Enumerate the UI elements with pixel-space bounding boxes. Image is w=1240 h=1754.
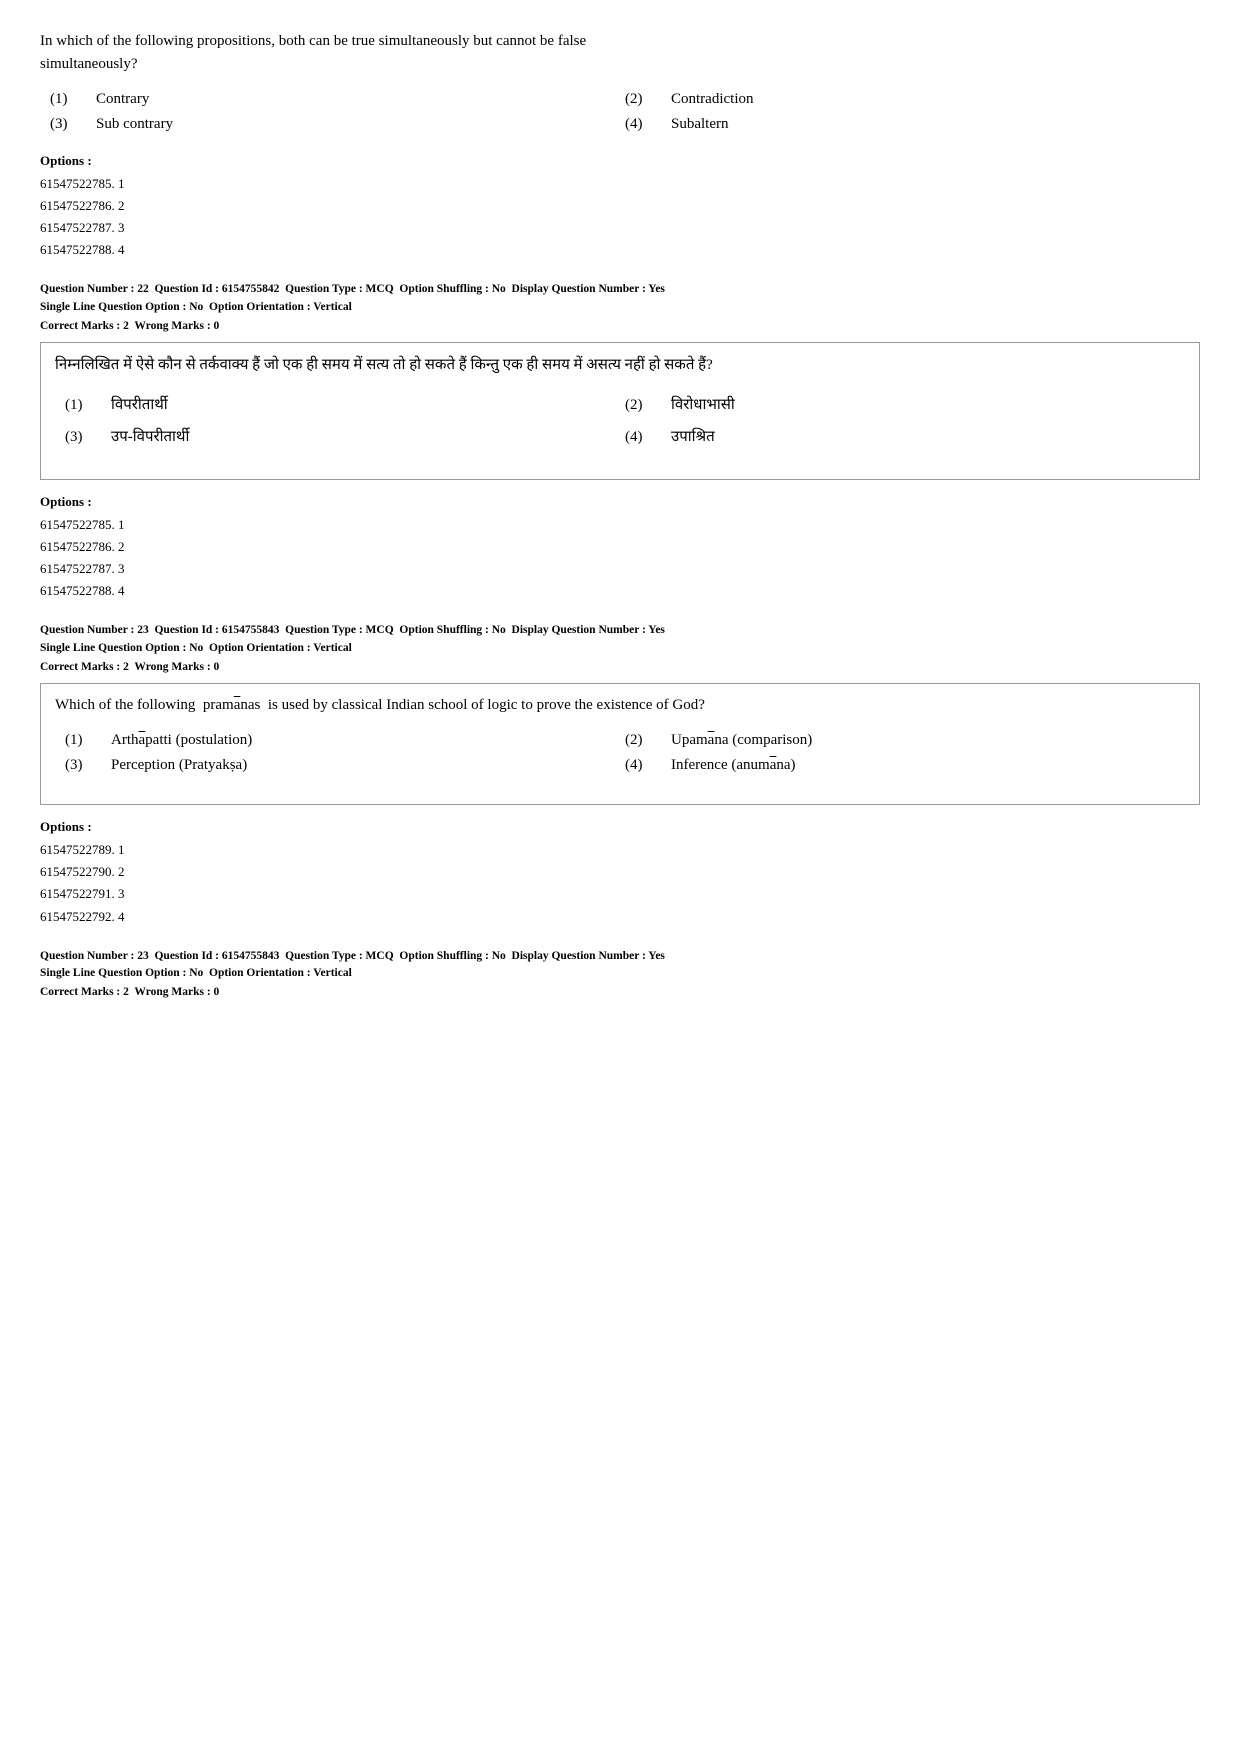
option-item: (2) विरोधाभासी [625,393,1185,417]
option-num: (3) [50,116,80,133]
option-text: Perception (Pratyakṣa) [111,757,247,774]
option-item: (1) विपरीतार्थी [65,393,625,417]
option-text: Contrary [96,91,149,108]
option-num: (3) [65,429,95,446]
options-label-22: Options : [40,494,1200,510]
option-id-item: 61547522790. 2 [40,861,1200,883]
question-block-22: Question Number : 22 Question Id : 61547… [40,281,1200,602]
option-num: (2) [625,91,655,108]
option-id-item: 61547522788. 4 [40,580,1200,602]
option-item: (2) Upamana (comparison) [625,732,1185,749]
bordered-question-22: निम्नलिखित में ऐसे कौन से तर्कवाक्य हैं … [40,342,1200,480]
option-id-item: 61547522792. 4 [40,906,1200,928]
option-text: उपाश्रित [671,425,715,449]
option-text: Arthapatti (postulation) [111,732,252,749]
option-id-list-22: 61547522785. 1 61547522786. 2 6154752278… [40,514,1200,602]
correct-marks-23-second: Correct Marks : 2 Wrong Marks : 0 [40,986,1200,998]
option-id-item: 61547522789. 1 [40,839,1200,861]
option-num: (4) [625,116,655,133]
option-id-item: 61547522786. 2 [40,195,1200,217]
option-item: (1) Contrary [50,91,625,108]
question-text-23: Which of the following pramanas is used … [55,694,1185,717]
question-meta-23-second: Question Number : 23 Question Id : 61547… [40,948,1200,983]
bordered-question-23: Which of the following pramanas is used … [40,683,1200,806]
option-id-item: 61547522788. 4 [40,239,1200,261]
option-text: उप-विपरीतार्थी [111,425,189,449]
option-id-item: 61547522787. 3 [40,217,1200,239]
option-text: विरोधाभासी [671,393,735,417]
options-label-23: Options : [40,819,1200,835]
option-text: Contradiction [671,91,754,108]
option-num: (4) [625,757,655,774]
option-num: (4) [625,429,655,446]
options-grid-22: (1) विपरीतार्थी (2) विरोधाभासी (3) उप-वि… [55,393,1185,449]
option-text: Sub contrary [96,116,173,133]
correct-marks-22: Correct Marks : 2 Wrong Marks : 0 [40,320,1200,332]
option-item: (4) Subaltern [625,116,1200,133]
question-line-2: simultaneously? [40,56,138,72]
option-item: (3) उप-विपरीतार्थी [65,425,625,449]
question-block-21-english: In which of the following propositions, … [40,30,1200,261]
option-num: (1) [50,91,80,108]
option-num: (3) [65,757,95,774]
question-text-22-hindi: निम्नलिखित में ऐसे कौन से तर्कवाक्य हैं … [55,353,1185,377]
question-meta-22: Question Number : 22 Question Id : 61547… [40,281,1200,316]
option-text: Upamana (comparison) [671,732,812,749]
option-num: (2) [625,732,655,749]
option-id-item: 61547522785. 1 [40,514,1200,536]
question-block-23-second: Question Number : 23 Question Id : 61547… [40,948,1200,999]
option-id-list-23: 61547522789. 1 61547522790. 2 6154752279… [40,839,1200,927]
option-text: Inference (anumana) [671,757,796,774]
option-id-item: 61547522785. 1 [40,173,1200,195]
question-meta-23: Question Number : 23 Question Id : 61547… [40,622,1200,657]
option-id-list: 61547522785. 1 61547522786. 2 6154752278… [40,173,1200,261]
option-num: (2) [625,397,655,414]
option-id-item: 61547522787. 3 [40,558,1200,580]
option-num: (1) [65,732,95,749]
option-num: (1) [65,397,95,414]
option-item: (3) Sub contrary [50,116,625,133]
correct-marks-23: Correct Marks : 2 Wrong Marks : 0 [40,661,1200,673]
options-grid-21-english: (1) Contrary (2) Contradiction (3) Sub c… [40,91,1200,133]
option-item: (3) Perception (Pratyakṣa) [65,757,625,774]
option-item: (4) उपाश्रित [625,425,1185,449]
option-text: विपरीतार्थी [111,393,168,417]
option-item: (4) Inference (anumana) [625,757,1185,774]
option-item: (2) Contradiction [625,91,1200,108]
options-grid-23: (1) Arthapatti (postulation) (2) Upamana… [55,732,1185,774]
option-id-item: 61547522791. 3 [40,883,1200,905]
option-item: (1) Arthapatti (postulation) [65,732,625,749]
option-id-item: 61547522786. 2 [40,536,1200,558]
option-text: Subaltern [671,116,729,133]
options-label: Options : [40,153,1200,169]
question-line-1: In which of the following propositions, … [40,33,586,49]
question-text-21-english: In which of the following propositions, … [40,30,1200,75]
question-block-23: Question Number : 23 Question Id : 61547… [40,622,1200,927]
